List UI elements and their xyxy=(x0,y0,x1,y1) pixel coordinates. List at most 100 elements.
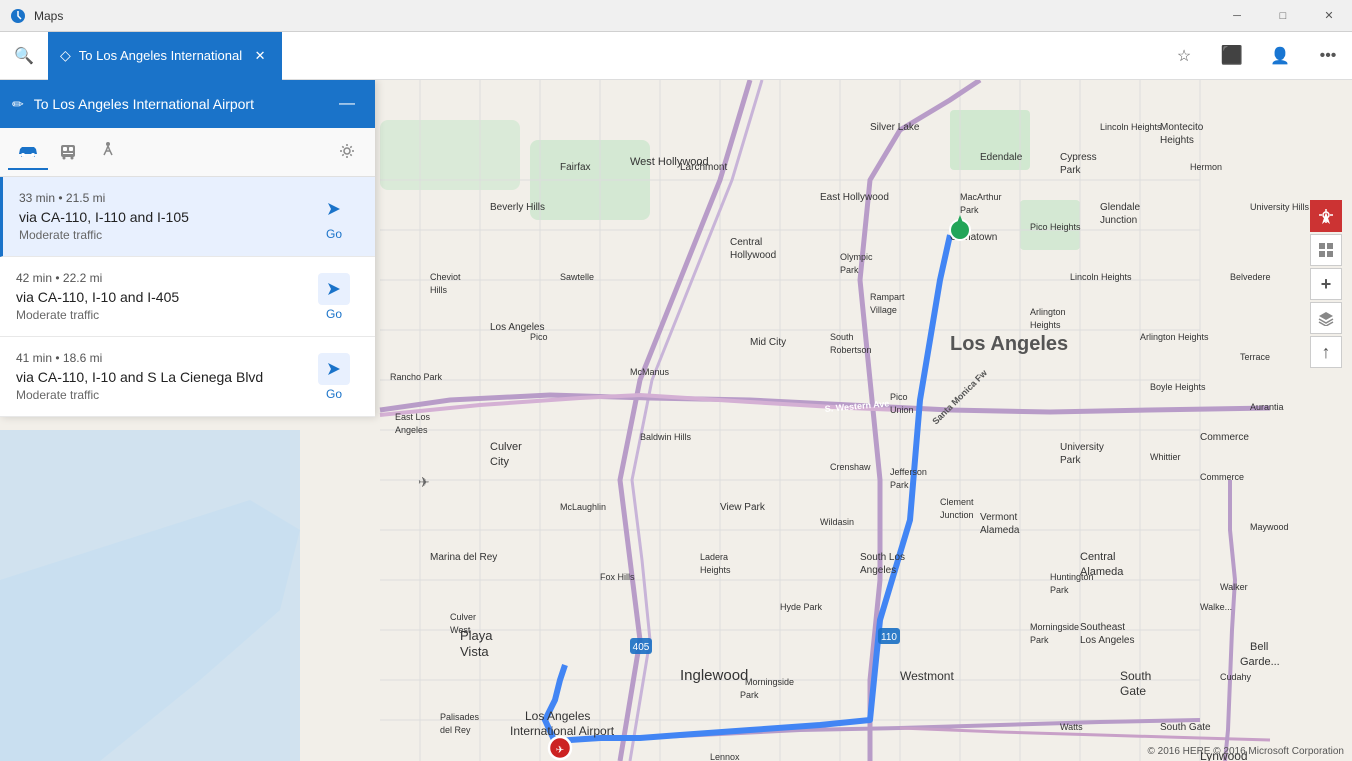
svg-text:Walker: Walker xyxy=(1220,582,1248,592)
svg-text:Culver: Culver xyxy=(490,441,522,453)
location-icon xyxy=(1318,208,1334,224)
svg-text:Heights: Heights xyxy=(1160,135,1194,146)
svg-text:Lennox: Lennox xyxy=(710,752,740,761)
svg-text:West: West xyxy=(450,625,471,635)
svg-text:East Los: East Los xyxy=(395,412,431,422)
route-info-2: 41 min • 18.6 mi via CA-110, I-10 and S … xyxy=(16,351,309,402)
route-traffic-2: Moderate traffic xyxy=(16,388,309,402)
svg-text:Arlington: Arlington xyxy=(1030,307,1066,317)
zoom-in-button[interactable]: + xyxy=(1310,268,1342,300)
search-button[interactable]: 🔍 xyxy=(0,32,48,80)
svg-text:Jefferson: Jefferson xyxy=(890,467,927,477)
panel-minimize-button[interactable]: — xyxy=(331,88,363,120)
route-name-0: via CA-110, I-110 and I-105 xyxy=(19,209,309,225)
route-go-1[interactable]: Go xyxy=(309,273,359,321)
go-label-2: Go xyxy=(326,387,342,401)
svg-text:Cypress: Cypress xyxy=(1060,152,1097,163)
svg-text:Fox Hills: Fox Hills xyxy=(600,572,635,582)
svg-text:Los Angeles: Los Angeles xyxy=(1080,635,1135,646)
svg-text:Olympic: Olympic xyxy=(840,252,873,262)
walking-mode-button[interactable] xyxy=(88,134,128,170)
go-arrow-0 xyxy=(318,193,350,225)
more-button[interactable]: ••• xyxy=(1304,32,1352,80)
route-option-2[interactable]: 41 min • 18.6 mi via CA-110, I-10 and S … xyxy=(0,337,375,417)
svg-text:Morningside: Morningside xyxy=(745,677,794,687)
svg-text:Village: Village xyxy=(870,305,897,315)
transit-mode-button[interactable] xyxy=(48,134,88,170)
svg-text:Lincoln Heights: Lincoln Heights xyxy=(1100,122,1162,132)
svg-text:Park: Park xyxy=(890,480,909,490)
svg-text:Terrace: Terrace xyxy=(1240,352,1270,362)
svg-text:Montecito: Montecito xyxy=(1160,122,1204,133)
title-bar-left: Maps xyxy=(0,8,63,24)
title-bar-controls: ─ □ ✕ xyxy=(1214,0,1352,32)
svg-text:Boyle Heights: Boyle Heights xyxy=(1150,382,1206,392)
svg-text:Vermont: Vermont xyxy=(980,512,1017,523)
zoom-out-button[interactable]: ↑ xyxy=(1310,336,1342,368)
route-name-2: via CA-110, I-10 and S La Cienega Blvd xyxy=(16,369,309,385)
route-go-0[interactable]: Go xyxy=(309,193,359,241)
svg-text:Pico: Pico xyxy=(890,392,908,402)
svg-text:Park: Park xyxy=(960,205,979,215)
download-icon: ⬛ xyxy=(1221,45,1243,66)
svg-text:Aurantia: Aurantia xyxy=(1250,402,1284,412)
svg-text:405: 405 xyxy=(633,642,650,653)
route-option-1[interactable]: 42 min • 22.2 mi via CA-110, I-10 and I-… xyxy=(0,257,375,337)
svg-text:✈: ✈ xyxy=(418,474,430,490)
tab-title: To Los Angeles International xyxy=(79,48,242,63)
route-go-2[interactable]: Go xyxy=(309,353,359,401)
account-icon: 👤 xyxy=(1270,46,1290,66)
svg-text:Marina del Rey: Marina del Rey xyxy=(430,552,497,563)
maximize-button[interactable]: □ xyxy=(1260,0,1306,32)
map-container[interactable]: West Hollywood Beverly Hills Los Angeles… xyxy=(0,80,1352,761)
favorites-button[interactable]: ☆ xyxy=(1160,32,1208,80)
close-button[interactable]: ✕ xyxy=(1306,0,1352,32)
svg-text:MacArthur: MacArthur xyxy=(960,192,1002,202)
svg-text:Pico Heights: Pico Heights xyxy=(1030,222,1081,232)
map-style-button[interactable] xyxy=(1310,234,1342,266)
svg-text:Garde...: Garde... xyxy=(1240,656,1280,668)
svg-text:University Hills: University Hills xyxy=(1250,202,1310,212)
app-toolbar: 🔍 ◇ To Los Angeles International ✕ ☆ ⬛ 👤… xyxy=(0,32,1352,80)
svg-text:Walke...: Walke... xyxy=(1200,602,1232,612)
active-tab[interactable]: ◇ To Los Angeles International ✕ xyxy=(48,32,282,80)
tab-close-button[interactable]: ✕ xyxy=(250,46,270,66)
route-settings-button[interactable] xyxy=(327,134,367,170)
svg-text:McManus: McManus xyxy=(630,367,670,377)
svg-text:Cudahy: Cudahy xyxy=(1220,672,1252,682)
car-mode-button[interactable] xyxy=(8,134,48,170)
download-button[interactable]: ⬛ xyxy=(1208,32,1256,80)
svg-text:Rancho Park: Rancho Park xyxy=(390,372,443,382)
layers-button[interactable] xyxy=(1310,302,1342,334)
go-label-1: Go xyxy=(326,307,342,321)
map-controls: + ↑ xyxy=(1310,200,1342,368)
svg-text:Whittier: Whittier xyxy=(1150,452,1181,462)
svg-text:Los Angeles: Los Angeles xyxy=(525,709,590,723)
favorites-icon: ☆ xyxy=(1177,46,1191,66)
svg-text:Fairfax: Fairfax xyxy=(560,162,591,173)
svg-text:Union: Union xyxy=(890,405,914,415)
svg-text:Lincoln Heights: Lincoln Heights xyxy=(1070,272,1132,282)
location-button[interactable] xyxy=(1310,200,1342,232)
svg-text:Belvedere: Belvedere xyxy=(1230,272,1271,282)
svg-text:Inglewood: Inglewood xyxy=(680,667,748,684)
layers-icon xyxy=(1318,310,1334,326)
svg-text:Arlington Heights: Arlington Heights xyxy=(1140,332,1209,342)
svg-text:Clement: Clement xyxy=(940,497,974,507)
svg-text:Crenshaw: Crenshaw xyxy=(830,462,871,472)
minimize-button[interactable]: ─ xyxy=(1214,0,1260,32)
route-time-dist-0: 33 min • 21.5 mi xyxy=(19,191,309,205)
route-traffic-1: Moderate traffic xyxy=(16,308,309,322)
svg-text:Wildasin: Wildasin xyxy=(820,517,854,527)
route-option-0[interactable]: 33 min • 21.5 mi via CA-110, I-110 and I… xyxy=(0,177,375,257)
svg-text:Central: Central xyxy=(730,237,762,248)
account-button[interactable]: 👤 xyxy=(1256,32,1304,80)
svg-text:Ladera: Ladera xyxy=(700,552,728,562)
svg-text:Bell: Bell xyxy=(1250,641,1268,653)
tab-close-icon: ✕ xyxy=(255,48,266,64)
panel-title: To Los Angeles International Airport xyxy=(34,96,321,112)
more-icon: ••• xyxy=(1320,47,1337,65)
svg-text:Huntington: Huntington xyxy=(1050,572,1094,582)
svg-text:Park: Park xyxy=(740,690,759,700)
route-traffic-0: Moderate traffic xyxy=(19,228,309,242)
